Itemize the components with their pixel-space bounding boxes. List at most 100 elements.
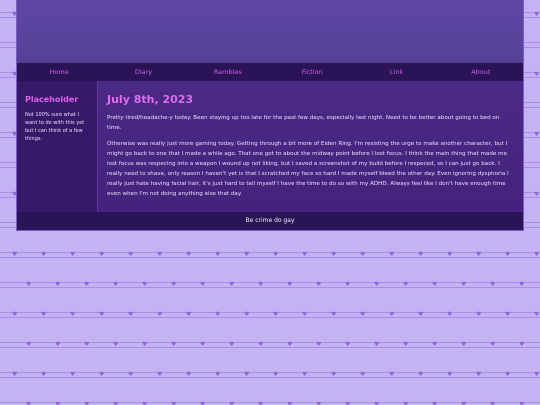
heart-pattern-icon: ♥ bbox=[84, 281, 90, 288]
heart-pattern-icon: ♥ bbox=[360, 251, 366, 258]
heart-pattern-icon: ♥ bbox=[70, 251, 76, 258]
main-nav: Home Diary Rambles Fiction Link About bbox=[17, 63, 523, 81]
heart-pattern-icon: ♥ bbox=[418, 371, 424, 378]
heart-pattern-icon: ♥ bbox=[403, 281, 409, 288]
heart-pattern-icon: ♥ bbox=[229, 281, 235, 288]
heart-pattern-icon: ♥ bbox=[302, 251, 308, 258]
heart-pattern-icon: ♥ bbox=[461, 341, 467, 348]
heart-pattern-icon: ♥ bbox=[99, 251, 105, 258]
heart-pattern-icon: ♥ bbox=[490, 341, 496, 348]
heart-pattern-icon: ♥ bbox=[99, 371, 105, 378]
heart-pattern-icon: ♥ bbox=[505, 311, 511, 318]
heart-pattern-icon: ♥ bbox=[55, 341, 61, 348]
heart-pattern-icon: ♥ bbox=[244, 311, 250, 318]
heart-pattern-icon: ♥ bbox=[345, 281, 351, 288]
nav-rambles-link[interactable]: Rambles bbox=[186, 68, 270, 76]
heart-pattern-icon: ♥ bbox=[302, 311, 308, 318]
heart-pattern-icon: ♥ bbox=[534, 251, 540, 258]
heart-pattern-icon: ♥ bbox=[55, 281, 61, 288]
heart-pattern-icon: ♥ bbox=[374, 281, 380, 288]
heart-pattern-icon: ♥ bbox=[84, 341, 90, 348]
heart-pattern-icon: ♥ bbox=[41, 311, 47, 318]
heart-pattern-icon: ♥ bbox=[331, 311, 337, 318]
heart-pattern-icon: ♥ bbox=[70, 371, 76, 378]
heart-pattern-icon: ♥ bbox=[70, 311, 76, 318]
heart-pattern-icon: ♥ bbox=[360, 371, 366, 378]
post-paragraph: Otherwise was really just more gaming to… bbox=[107, 141, 509, 197]
heart-pattern-icon: ♥ bbox=[200, 281, 206, 288]
heart-pattern-icon: ♥ bbox=[519, 341, 525, 348]
heart-pattern-icon: ♥ bbox=[273, 311, 279, 318]
heart-pattern-icon: ♥ bbox=[389, 371, 395, 378]
heart-pattern-icon: ♥ bbox=[534, 71, 540, 78]
heart-pattern-icon: ♥ bbox=[534, 311, 540, 318]
heart-pattern-icon: ♥ bbox=[113, 281, 119, 288]
heart-pattern-icon: ♥ bbox=[113, 341, 119, 348]
heart-pattern-icon: ♥ bbox=[157, 311, 163, 318]
heart-pattern-icon: ♥ bbox=[128, 311, 134, 318]
heart-pattern-icon: ♥ bbox=[41, 251, 47, 258]
heart-pattern-icon: ♥ bbox=[186, 251, 192, 258]
heart-pattern-icon: ♥ bbox=[273, 251, 279, 258]
heart-pattern-icon: ♥ bbox=[476, 251, 482, 258]
heart-pattern-icon: ♥ bbox=[331, 251, 337, 258]
heart-pattern-icon: ♥ bbox=[26, 281, 32, 288]
heart-pattern-icon: ♥ bbox=[157, 251, 163, 258]
heart-pattern-icon: ♥ bbox=[447, 251, 453, 258]
heart-pattern-icon: ♥ bbox=[128, 251, 134, 258]
heart-pattern-icon: ♥ bbox=[331, 371, 337, 378]
nav-link-link[interactable]: Link bbox=[354, 68, 438, 76]
heart-pattern-icon: ♥ bbox=[534, 11, 540, 18]
page-container: Home Diary Rambles Fiction Link About Pl… bbox=[17, 0, 523, 230]
heart-pattern-icon: ♥ bbox=[258, 341, 264, 348]
heart-pattern-icon: ♥ bbox=[142, 341, 148, 348]
heart-pattern-icon: ♥ bbox=[374, 341, 380, 348]
heart-pattern-icon: ♥ bbox=[505, 251, 511, 258]
heart-pattern-icon: ♥ bbox=[258, 281, 264, 288]
footer: Be crime do gay bbox=[17, 212, 523, 230]
heart-pattern-icon: ♥ bbox=[505, 371, 511, 378]
heart-pattern-icon: ♥ bbox=[389, 311, 395, 318]
heart-pattern-icon: ♥ bbox=[302, 371, 308, 378]
heart-pattern-icon: ♥ bbox=[171, 341, 177, 348]
heart-pattern-icon: ♥ bbox=[200, 341, 206, 348]
heart-pattern-icon: ♥ bbox=[389, 251, 395, 258]
heart-pattern-icon: ♥ bbox=[142, 281, 148, 288]
heart-pattern-icon: ♥ bbox=[519, 281, 525, 288]
heart-pattern-icon: ♥ bbox=[244, 371, 250, 378]
heart-pattern-icon: ♥ bbox=[461, 281, 467, 288]
nav-about-link[interactable]: About bbox=[439, 68, 523, 76]
heart-pattern-icon: ♥ bbox=[41, 371, 47, 378]
heart-pattern-icon: ♥ bbox=[215, 251, 221, 258]
main-area: Placeholder Not 100% sure what I want to… bbox=[17, 81, 523, 212]
heart-pattern-icon: ♥ bbox=[432, 341, 438, 348]
heart-pattern-icon: ♥ bbox=[534, 131, 540, 138]
heart-pattern-icon: ♥ bbox=[447, 371, 453, 378]
heart-pattern-icon: ♥ bbox=[215, 311, 221, 318]
diary-post: July 8th, 2023 Pretty tired/headache-y t… bbox=[97, 81, 523, 212]
nav-fiction-link[interactable]: Fiction bbox=[270, 68, 354, 76]
heart-pattern-icon: ♥ bbox=[26, 341, 32, 348]
nav-diary-link[interactable]: Diary bbox=[101, 68, 185, 76]
post-paragraph: Pretty tired/headache-y today. Been stay… bbox=[107, 115, 500, 131]
sidebar: Placeholder Not 100% sure what I want to… bbox=[17, 81, 97, 212]
heart-pattern-icon: ♥ bbox=[186, 311, 192, 318]
heart-pattern-icon: ♥ bbox=[345, 341, 351, 348]
heart-pattern-icon: ♥ bbox=[418, 251, 424, 258]
heart-pattern-icon: ♥ bbox=[534, 371, 540, 378]
heart-pattern-icon: ♥ bbox=[403, 341, 409, 348]
sidebar-title: Placeholder bbox=[25, 95, 79, 104]
heart-pattern-icon: ♥ bbox=[316, 341, 322, 348]
header-banner bbox=[17, 0, 523, 63]
heart-pattern-icon: ♥ bbox=[244, 251, 250, 258]
heart-pattern-icon: ♥ bbox=[287, 281, 293, 288]
heart-pattern-icon: ♥ bbox=[476, 371, 482, 378]
heart-pattern-icon: ♥ bbox=[534, 191, 540, 198]
heart-pattern-icon: ♥ bbox=[12, 251, 18, 258]
heart-pattern-icon: ♥ bbox=[418, 311, 424, 318]
sidebar-text: Not 100% sure what I want to do with thi… bbox=[25, 112, 85, 142]
heart-pattern-icon: ♥ bbox=[273, 371, 279, 378]
nav-home-link[interactable]: Home bbox=[17, 68, 101, 76]
heart-pattern-icon: ♥ bbox=[215, 371, 221, 378]
heart-pattern-icon: ♥ bbox=[229, 341, 235, 348]
